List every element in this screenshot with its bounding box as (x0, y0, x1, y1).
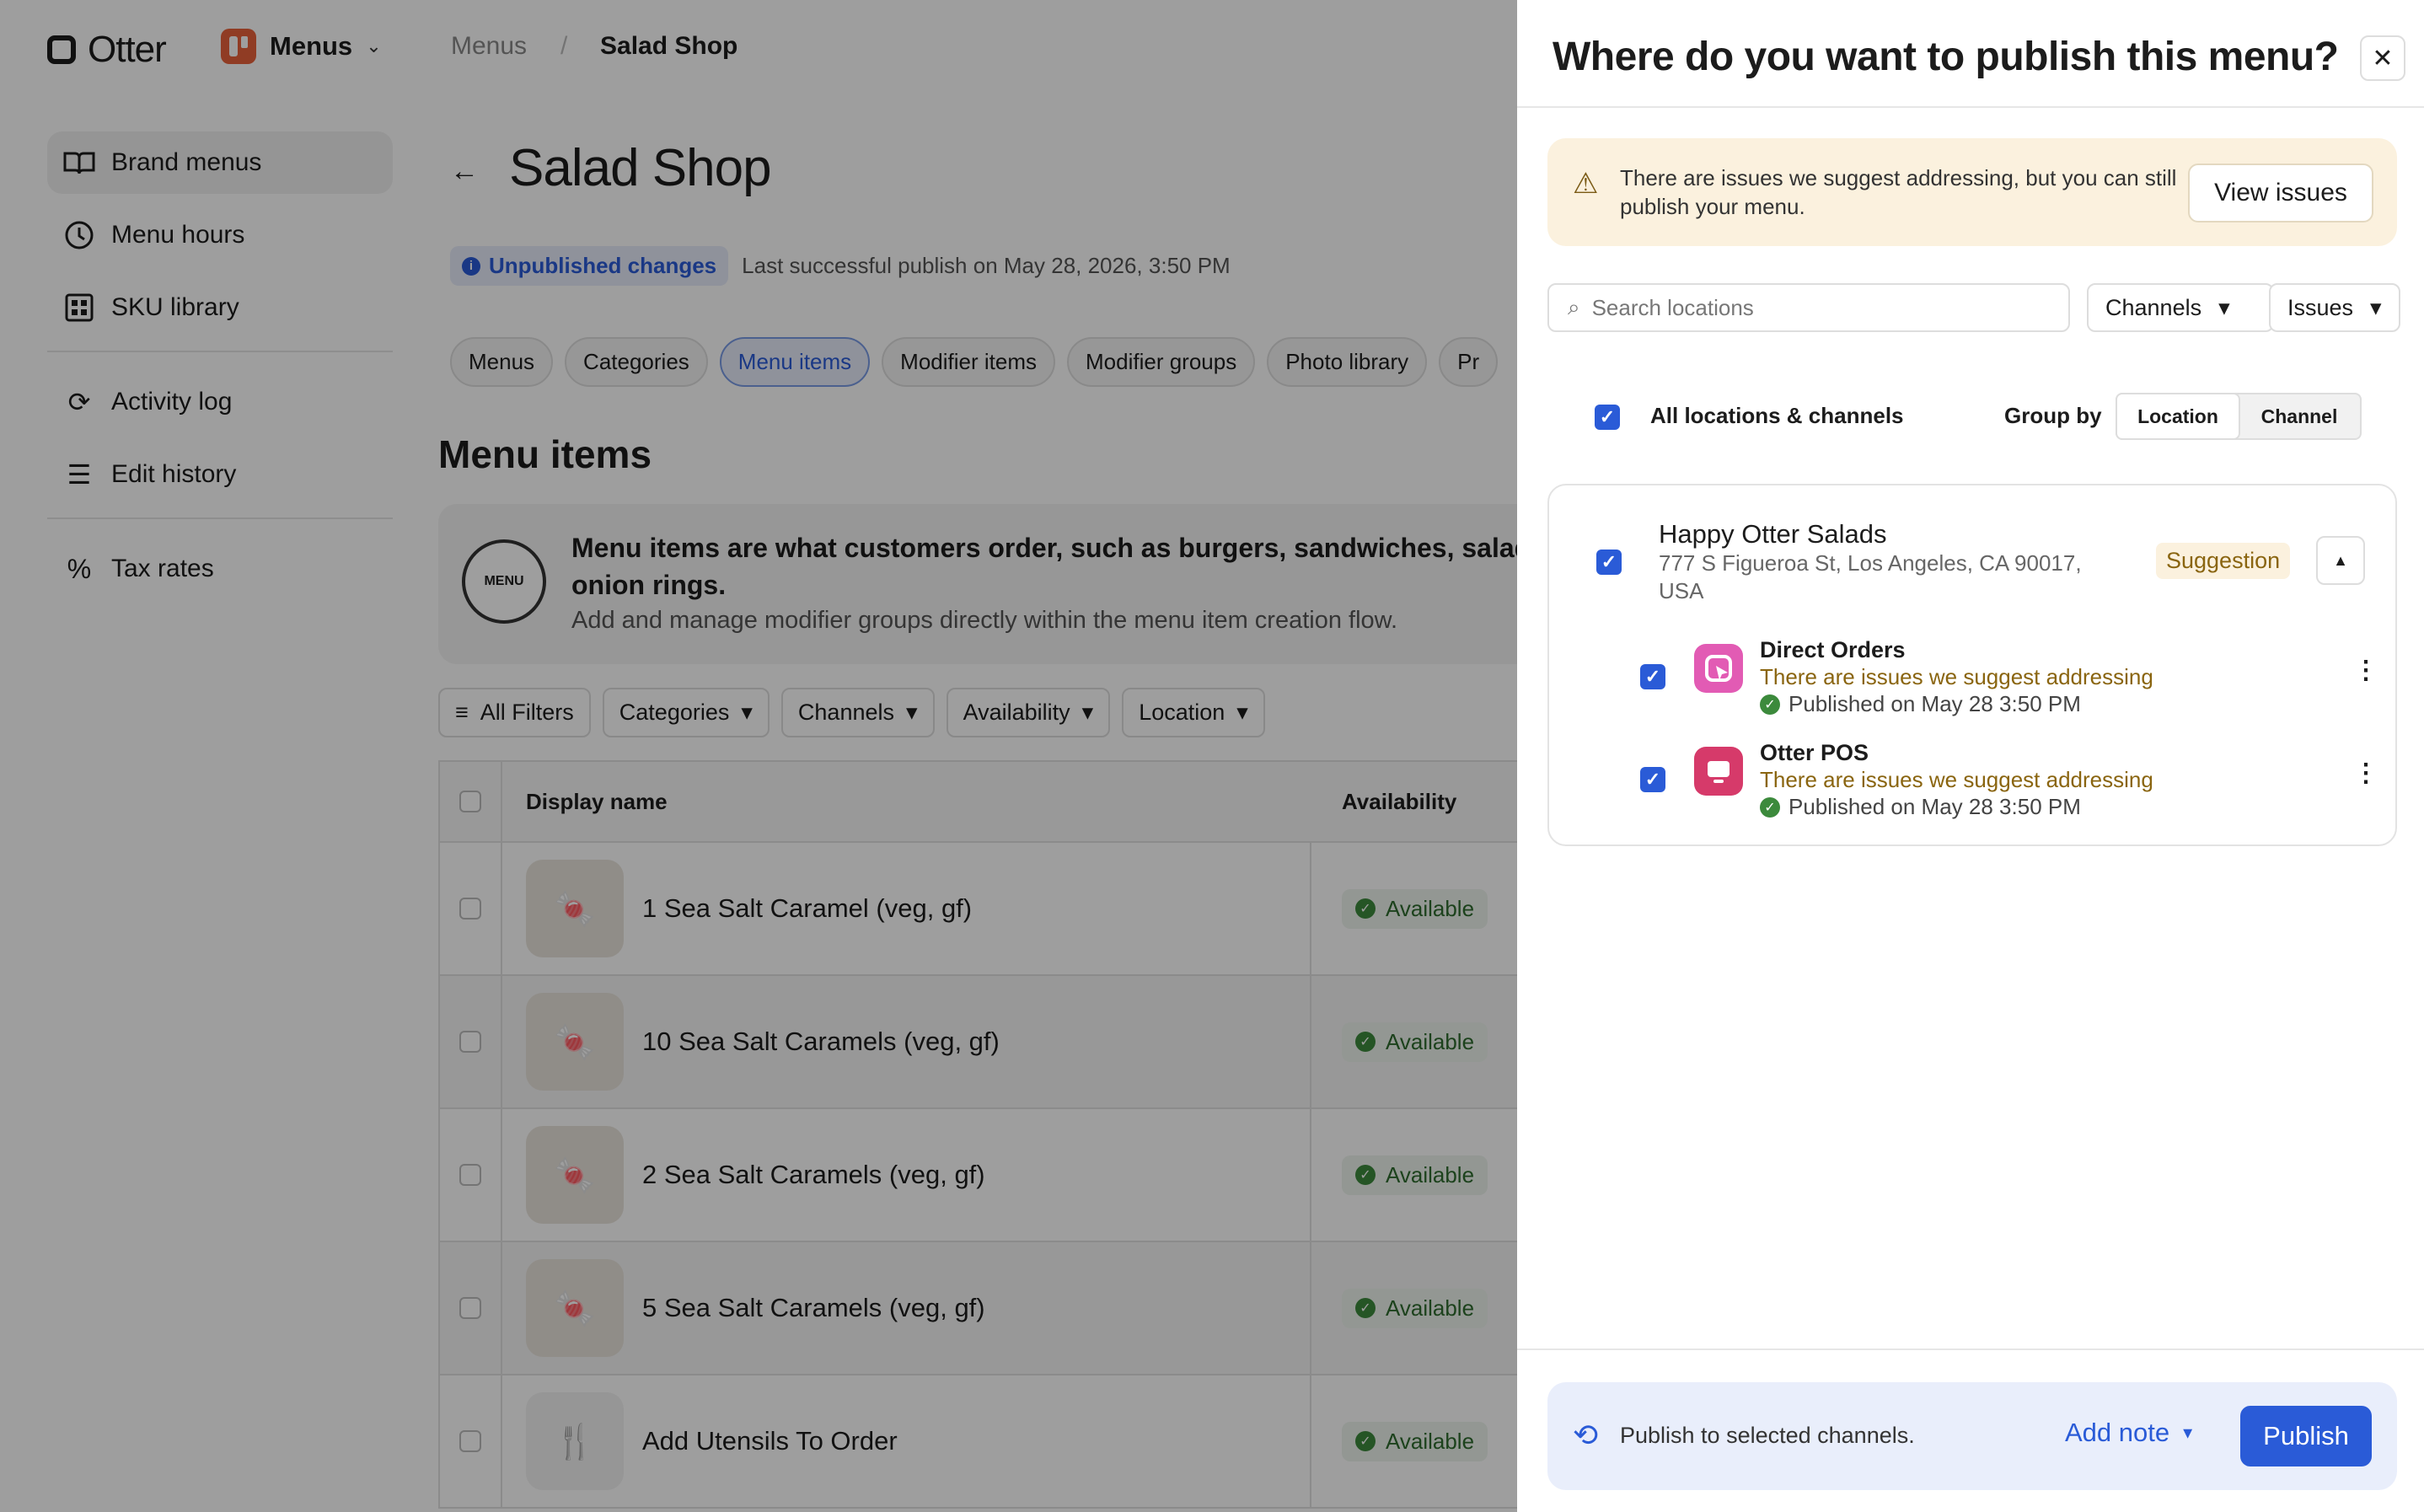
location-card: ✓ Happy Otter Salads 777 S Figueroa St, … (1547, 484, 2397, 846)
channels-dropdown[interactable]: Channels ▾ (2087, 283, 2274, 332)
publish-drawer: Where do you want to publish this menu? … (1517, 0, 2424, 1512)
all-locations-label: All locations & channels (1650, 403, 1904, 428)
close-button[interactable]: ✕ (2360, 35, 2405, 81)
search-icon: ⌕ (1568, 294, 1580, 319)
publish-bar-text: Publish to selected channels. (1620, 1423, 1915, 1448)
channel-warning: There are issues we suggest addressing (1760, 664, 2153, 689)
published-text: Published on May 28 3:50 PM (1789, 691, 2081, 716)
search-input[interactable]: Search locations (1592, 295, 1754, 321)
close-icon: ✕ (2372, 44, 2394, 72)
direct-orders-icon (1694, 644, 1743, 693)
location-address: 777 S Figueroa St, Los Angeles, CA 90017… (1659, 550, 2082, 603)
sync-icon: ⟲ (1573, 1418, 1599, 1452)
warning-banner: ⚠ There are issues we suggest addressing… (1547, 138, 2397, 246)
channel-row-otter-pos: ✓ Otter POS There are issues we suggest … (1549, 740, 2399, 833)
channel-published: ✓ Published on May 28 3:50 PM (1760, 691, 2081, 717)
warning-icon: ⚠ (1573, 168, 1599, 200)
publish-bar: ⟲ Publish to selected channels. Add note… (1547, 1382, 2397, 1490)
drawer-title: Where do you want to publish this menu? (1553, 35, 2339, 79)
caret-down-icon: ▾ (2218, 294, 2230, 320)
channel-name: Direct Orders (1760, 637, 1906, 662)
location-name: Happy Otter Salads (1659, 519, 1887, 549)
dropdown-label: Issues (2287, 294, 2354, 320)
caret-up-icon: ▲ (2333, 551, 2348, 569)
app-root: Otter Menus ⌄ Menus / Salad Shop Brand m… (0, 0, 2424, 1512)
add-note-button[interactable]: Add note ▾ (2065, 1418, 2192, 1448)
group-by-location[interactable]: Location (2116, 393, 2240, 440)
more-options-icon[interactable]: ⋮ (2353, 656, 2378, 685)
more-options-icon[interactable]: ⋮ (2353, 759, 2378, 788)
suggestion-badge: Suggestion (2156, 543, 2291, 579)
group-by-toggle: Location Channel (2116, 393, 2362, 440)
channel-name: Otter POS (1760, 740, 1869, 765)
all-locations-row: ✓ All locations & channels Group by Loca… (1517, 393, 2424, 440)
channel-published: ✓ Published on May 28 3:50 PM (1760, 794, 2081, 820)
publish-button[interactable]: Publish (2240, 1406, 2372, 1466)
add-note-label: Add note (2065, 1418, 2170, 1447)
drawer-footer: ⟲ Publish to selected channels. Add note… (1517, 1348, 2424, 1512)
drawer-header: Where do you want to publish this menu? … (1517, 0, 2424, 108)
check-circle-icon: ✓ (1760, 796, 1780, 818)
modal-backdrop[interactable] (0, 0, 1517, 1512)
collapse-button[interactable]: ▲ (2316, 536, 2365, 585)
channel-checkbox[interactable]: ✓ (1640, 767, 1665, 792)
channel-row-direct-orders: ✓ Direct Orders There are issues we sugg… (1549, 637, 2399, 730)
group-by-label: Group by (2004, 403, 2102, 428)
caret-down-icon: ▾ (2370, 294, 2382, 320)
check-circle-icon: ✓ (1760, 694, 1780, 715)
published-text: Published on May 28 3:50 PM (1789, 794, 2081, 819)
issues-dropdown[interactable]: Issues ▾ (2269, 283, 2400, 332)
all-locations-checkbox[interactable]: ✓ (1595, 405, 1620, 430)
location-checkbox[interactable]: ✓ (1596, 550, 1622, 575)
dropdown-label: Channels (2105, 294, 2202, 320)
group-by-channel[interactable]: Channel (2239, 394, 2360, 438)
search-locations[interactable]: ⌕ Search locations (1547, 283, 2070, 332)
otter-pos-icon (1694, 747, 1743, 796)
caret-down-icon: ▾ (2183, 1422, 2193, 1443)
channel-checkbox[interactable]: ✓ (1640, 664, 1665, 689)
warning-text: There are issues we suggest addressing, … (1620, 165, 2177, 219)
channel-warning: There are issues we suggest addressing (1760, 767, 2153, 792)
view-issues-button[interactable]: View issues (2188, 164, 2373, 223)
